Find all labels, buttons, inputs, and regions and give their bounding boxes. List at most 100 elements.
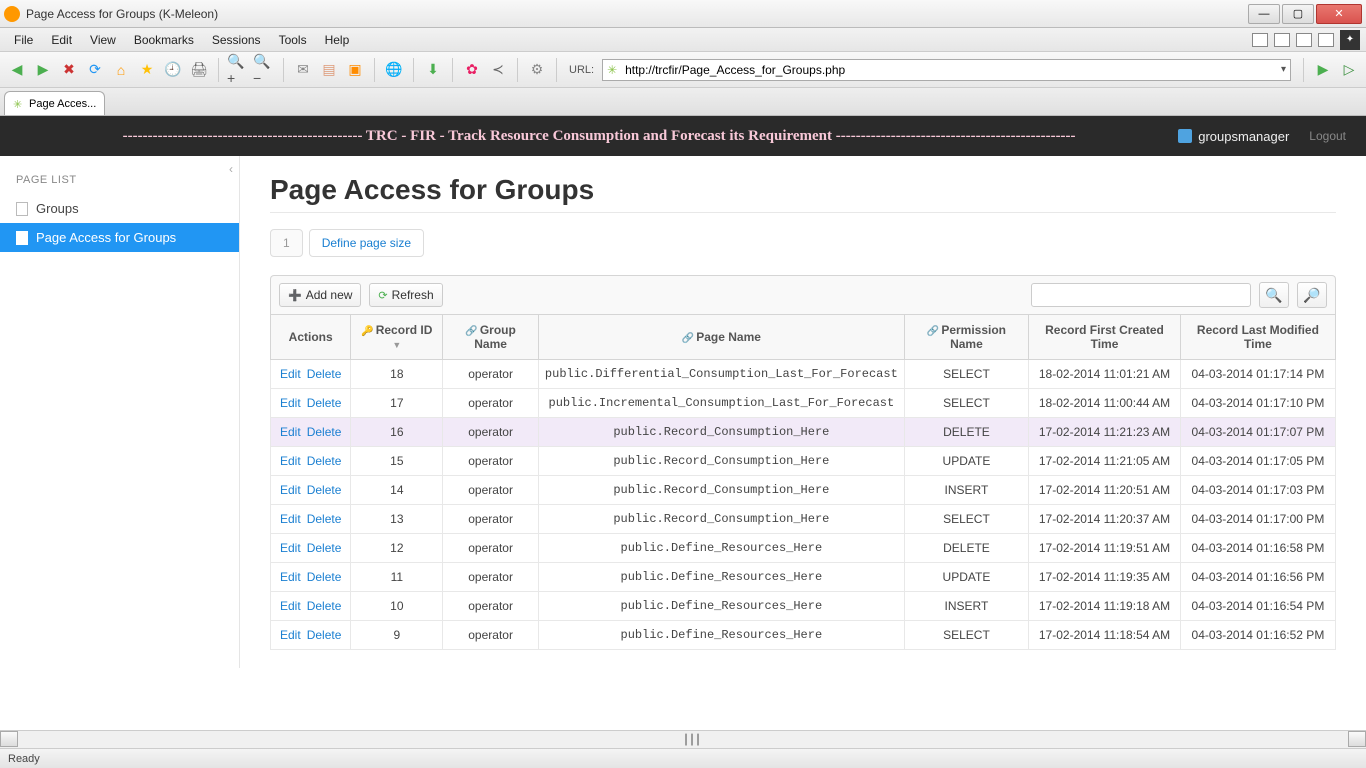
delete-link[interactable]: Delete	[307, 425, 342, 439]
edit-link[interactable]: Edit	[280, 483, 301, 497]
delete-link[interactable]: Delete	[307, 541, 342, 555]
edit-link[interactable]: Edit	[280, 425, 301, 439]
cell-actions: Edit Delete	[271, 447, 351, 476]
delete-link[interactable]: Delete	[307, 483, 342, 497]
plugin-b-icon[interactable]: ≺	[487, 59, 509, 81]
scroll-thumb[interactable]: ┃┃┃	[683, 735, 701, 746]
menu-file[interactable]: File	[6, 30, 41, 50]
settings-gear-icon[interactable]: ⚙	[526, 59, 548, 81]
edit-link[interactable]: Edit	[280, 454, 301, 468]
scroll-right-button[interactable]	[1348, 731, 1366, 747]
edit-link[interactable]: Edit	[280, 512, 301, 526]
history-icon[interactable]: 🕘	[162, 59, 184, 81]
news-icon[interactable]: ▤	[318, 59, 340, 81]
table-row: EditDelete16operatorpublic.Record_Consum…	[271, 418, 1336, 447]
plugin-a-icon[interactable]: ✿	[461, 59, 483, 81]
delete-link[interactable]: Delete	[307, 599, 342, 613]
col-actions[interactable]: Actions	[271, 315, 351, 360]
edit-link[interactable]: Edit	[280, 570, 301, 584]
download-icon[interactable]: ⬇	[422, 59, 444, 81]
menu-tools[interactable]: Tools	[271, 30, 315, 50]
col-permission[interactable]: 🔗Permission Name	[904, 315, 1028, 360]
back-icon[interactable]: ◀	[6, 59, 28, 81]
delete-link[interactable]: Delete	[307, 512, 342, 526]
edit-link[interactable]: Edit	[280, 396, 301, 410]
grid-search-input[interactable]	[1031, 283, 1251, 307]
edit-link[interactable]: Edit	[280, 541, 301, 555]
cell-page: public.Record_Consumption_Here	[538, 476, 904, 505]
go-icon[interactable]: ▶	[1312, 59, 1334, 81]
delete-link[interactable]: Delete	[307, 367, 342, 381]
toolbar-icon-d[interactable]	[1318, 33, 1334, 47]
window-minimize-button[interactable]: —	[1248, 4, 1280, 24]
menu-bookmarks[interactable]: Bookmarks	[126, 30, 202, 50]
home-icon[interactable]: ⌂	[110, 59, 132, 81]
bookmark-star-icon[interactable]: ★	[136, 59, 158, 81]
cell-created: 17-02-2014 11:19:35 AM	[1029, 563, 1181, 592]
table-row: EditDelete18operatorpublic.Differential_…	[271, 360, 1336, 389]
mail-icon[interactable]: ✉	[292, 59, 314, 81]
delete-link[interactable]: Delete	[307, 396, 342, 410]
statusbar: Ready	[0, 748, 1366, 768]
col-page-name[interactable]: 🔗Page Name	[538, 315, 904, 360]
cell-created: 17-02-2014 11:20:51 AM	[1029, 476, 1181, 505]
forward-icon[interactable]: ▶	[32, 59, 54, 81]
page-icon	[16, 231, 28, 245]
scroll-left-button[interactable]	[0, 731, 18, 747]
go-alt-icon[interactable]: ▷	[1338, 59, 1360, 81]
window-maximize-button[interactable]: ▢	[1282, 4, 1314, 24]
edit-link[interactable]: Edit	[280, 367, 301, 381]
tab-favicon: ✳	[13, 98, 25, 110]
cell-modified: 04-03-2014 01:16:58 PM	[1180, 534, 1335, 563]
menu-view[interactable]: View	[82, 30, 124, 50]
sidebar-collapse-icon[interactable]: ‹	[229, 162, 233, 176]
print-icon[interactable]: 🖨	[188, 59, 210, 81]
menubar: File Edit View Bookmarks Sessions Tools …	[0, 28, 1366, 52]
refresh-icon: ⟳	[378, 289, 387, 302]
window-titlebar: Page Access for Groups (K-Meleon) — ▢ ✕	[0, 0, 1366, 28]
toolbar-icon-c[interactable]	[1296, 33, 1312, 47]
app-header: ----------------------------------------…	[0, 116, 1366, 156]
browser-tab[interactable]: ✳ Page Acces...	[4, 91, 105, 115]
url-bar[interactable]: ✳ ▾	[602, 59, 1291, 81]
delete-link[interactable]: Delete	[307, 628, 342, 642]
rss-icon[interactable]: ▣	[344, 59, 366, 81]
search-button[interactable]: 🔍	[1259, 282, 1289, 308]
menu-help[interactable]: Help	[317, 30, 358, 50]
toolbar-icon-b[interactable]	[1274, 33, 1290, 47]
menu-edit[interactable]: Edit	[43, 30, 80, 50]
add-new-button[interactable]: ➕Add new	[279, 283, 361, 307]
menu-sessions[interactable]: Sessions	[204, 30, 269, 50]
reload-icon[interactable]: ⟳	[84, 59, 106, 81]
url-dropdown-icon[interactable]: ▾	[1281, 64, 1286, 75]
refresh-button[interactable]: ⟳Refresh	[369, 283, 442, 307]
url-input[interactable]	[625, 63, 1277, 77]
browser-toolbar: ◀ ▶ ✖ ⟳ ⌂ ★ 🕘 🖨 🔍+ 🔍− ✉ ▤ ▣ 🌐 ⬇ ✿ ≺ ⚙ UR…	[0, 52, 1366, 88]
globe-icon[interactable]: 🌐	[383, 59, 405, 81]
col-modified[interactable]: Record Last Modified Time	[1180, 315, 1335, 360]
edit-link[interactable]: Edit	[280, 628, 301, 642]
extension-icon[interactable]: ✦	[1340, 30, 1360, 50]
cell-created: 17-02-2014 11:19:51 AM	[1029, 534, 1181, 563]
zoom-out-icon[interactable]: 🔍−	[253, 59, 275, 81]
edit-link[interactable]: Edit	[280, 599, 301, 613]
window-close-button[interactable]: ✕	[1316, 4, 1362, 24]
stop-icon[interactable]: ✖	[58, 59, 80, 81]
cell-page: public.Incremental_Consumption_Last_For_…	[538, 389, 904, 418]
sidebar-item-groups[interactable]: Groups	[0, 194, 239, 223]
toolbar-icon-a[interactable]	[1252, 33, 1268, 47]
pager-define-size[interactable]: Define page size	[309, 229, 424, 257]
user-block[interactable]: groupsmanager	[1178, 129, 1289, 144]
logout-link[interactable]: Logout	[1309, 129, 1346, 143]
cell-modified: 04-03-2014 01:17:03 PM	[1180, 476, 1335, 505]
delete-link[interactable]: Delete	[307, 570, 342, 584]
horizontal-scrollbar[interactable]: ┃┃┃	[0, 730, 1366, 748]
advanced-search-button[interactable]: 🔎	[1297, 282, 1327, 308]
sidebar-item-page-access[interactable]: Page Access for Groups	[0, 223, 239, 252]
col-group-name[interactable]: 🔗Group Name	[443, 315, 539, 360]
zoom-in-icon[interactable]: 🔍+	[227, 59, 249, 81]
cell-perm: SELECT	[904, 360, 1028, 389]
col-created[interactable]: Record First Created Time	[1029, 315, 1181, 360]
col-record-id[interactable]: 🔑Record ID ▼	[351, 315, 443, 360]
delete-link[interactable]: Delete	[307, 454, 342, 468]
